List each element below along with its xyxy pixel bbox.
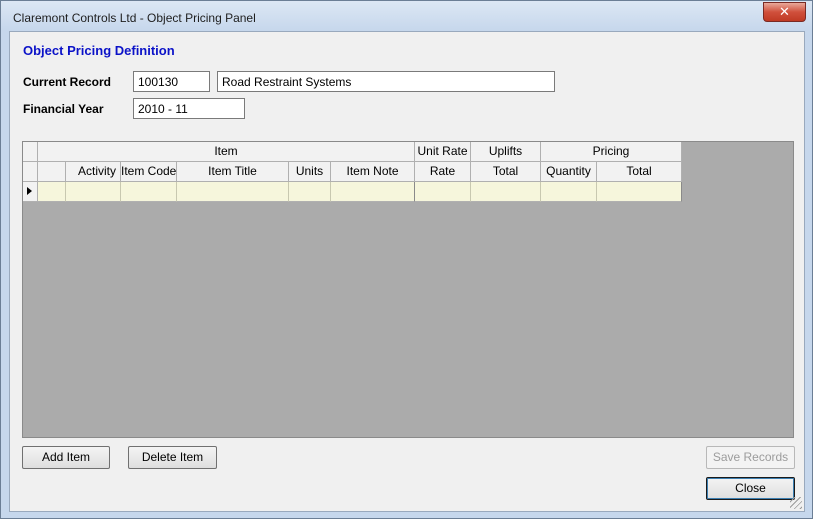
grid-cell-item-note[interactable]: [331, 182, 415, 202]
column-header-quantity[interactable]: Quantity: [541, 162, 597, 182]
grid-cell-item-code[interactable]: [121, 182, 177, 202]
title-bar[interactable]: Claremont Controls Ltd - Object Pricing …: [1, 1, 812, 31]
current-record-label: Current Record: [23, 75, 112, 89]
pricing-grid[interactable]: Item Unit Rate Uplifts Pricing Activity …: [22, 141, 794, 438]
financial-year-field[interactable]: [133, 98, 245, 119]
column-header-uplift-total[interactable]: Total: [471, 162, 541, 182]
group-header-uplifts: Uplifts: [471, 142, 541, 162]
app-window: Claremont Controls Ltd - Object Pricing …: [0, 0, 813, 519]
grid-corner-bottom: [23, 162, 38, 182]
grid-cell-item-title[interactable]: [177, 182, 289, 202]
close-button[interactable]: Close: [706, 477, 795, 500]
current-record-id-field[interactable]: [133, 71, 210, 92]
grid-cell-units[interactable]: [289, 182, 331, 202]
row-header-current[interactable]: [23, 182, 38, 202]
grid-cell-quantity[interactable]: [541, 182, 597, 202]
page-title: Object Pricing Definition: [23, 43, 175, 58]
save-records-button[interactable]: Save Records: [706, 446, 795, 469]
group-header-unit-rate: Unit Rate: [415, 142, 471, 162]
grid-corner-top: [23, 142, 38, 162]
resize-grip-icon[interactable]: [790, 497, 802, 509]
grid-cell-pricing-total[interactable]: [597, 182, 682, 202]
current-record-name-field[interactable]: [217, 71, 555, 92]
financial-year-label: Financial Year: [23, 102, 104, 116]
grid-cell-blank[interactable]: [38, 182, 66, 202]
column-header-blank[interactable]: [38, 162, 66, 182]
window-title: Claremont Controls Ltd - Object Pricing …: [13, 11, 256, 25]
current-row-arrow-icon: [27, 187, 32, 195]
column-header-activity[interactable]: Activity: [66, 162, 121, 182]
window-close-button[interactable]: ✕: [763, 2, 806, 22]
grid-cell-rate[interactable]: [415, 182, 471, 202]
column-header-item-title[interactable]: Item Title: [177, 162, 289, 182]
column-header-item-note[interactable]: Item Note: [331, 162, 415, 182]
column-header-pricing-total[interactable]: Total: [597, 162, 682, 182]
column-header-rate[interactable]: Rate: [415, 162, 471, 182]
grid-cell-activity[interactable]: [66, 182, 121, 202]
group-header-pricing: Pricing: [541, 142, 682, 162]
delete-item-button[interactable]: Delete Item: [128, 446, 217, 469]
grid-cell-uplift-total[interactable]: [471, 182, 541, 202]
group-header-item: Item: [38, 142, 415, 162]
column-header-item-code[interactable]: Item Code: [121, 162, 177, 182]
add-item-button[interactable]: Add Item: [22, 446, 110, 469]
column-header-units[interactable]: Units: [289, 162, 331, 182]
client-area: Object Pricing Definition Current Record…: [9, 31, 805, 512]
